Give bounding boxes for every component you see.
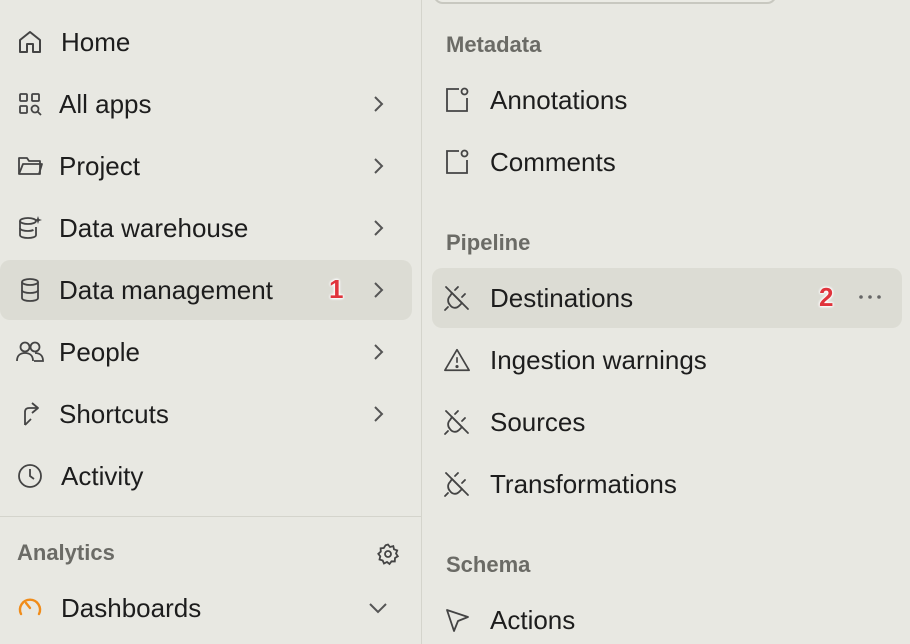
- chevron-right-icon: [366, 340, 390, 364]
- menu-item-label: Ingestion warnings: [490, 344, 707, 375]
- sidebar-item-home[interactable]: Home: [0, 12, 412, 72]
- annotation-icon: [443, 86, 471, 114]
- chevron-right-icon: [366, 402, 390, 426]
- menu-item-label: Comments: [490, 146, 616, 177]
- section-title-schema: Schema: [446, 552, 531, 577]
- menu-item-label: Transformations: [490, 468, 677, 499]
- app-root: Home All apps Project Data warehouse Dat…: [0, 0, 910, 644]
- sidebar-item-label: Activity: [61, 460, 144, 491]
- sidebar-item-label: Project: [59, 150, 140, 181]
- menu-item-comments[interactable]: Comments: [432, 132, 902, 192]
- sidebar-item-project[interactable]: Project: [0, 136, 412, 196]
- chevron-down-icon: [366, 596, 390, 620]
- sidebar-item-label: All apps: [59, 88, 152, 119]
- warning-icon: [443, 346, 471, 374]
- menu-item-ingestion-warnings[interactable]: Ingestion warnings: [432, 330, 902, 390]
- sidebar-item-label: Dashboards: [61, 592, 202, 623]
- sidebar-item-activity[interactable]: Activity: [0, 446, 412, 506]
- shortcut-arrow-icon: [14, 398, 46, 430]
- menu-item-label: Annotations: [490, 84, 628, 115]
- step-badge: 1: [329, 274, 344, 304]
- database-sparkle-icon: [14, 212, 46, 244]
- gauge-icon: [14, 592, 46, 624]
- folder-icon: [14, 150, 46, 182]
- analytics-section-title: Analytics: [17, 540, 115, 565]
- sidebar-item-data-management[interactable]: Data management 1: [0, 260, 412, 320]
- sidebar: Home All apps Project Data warehouse Dat…: [0, 0, 422, 644]
- sidebar-item-label: Data warehouse: [59, 212, 249, 243]
- submenu-panel: Metadata Annotations Comments Pipeline D…: [423, 0, 910, 644]
- menu-item-destinations[interactable]: Destinations 2: [432, 268, 902, 328]
- menu-item-annotations[interactable]: Annotations: [432, 70, 902, 130]
- search-box-edge: [433, 0, 777, 4]
- plug-off-icon: [443, 408, 471, 436]
- chevron-right-icon: [366, 216, 390, 240]
- sidebar-item-shortcuts[interactable]: Shortcuts: [0, 384, 412, 444]
- database-icon: [14, 274, 46, 306]
- chevron-right-icon: [366, 154, 390, 178]
- menu-item-label: Sources: [490, 406, 586, 437]
- sidebar-divider: [0, 516, 422, 517]
- menu-item-label: Destinations: [490, 282, 634, 313]
- sidebar-item-label: Data management: [59, 274, 273, 305]
- sidebar-item-people[interactable]: People: [0, 322, 412, 382]
- more-options-icon[interactable]: [856, 287, 884, 307]
- section-title-metadata: Metadata: [446, 32, 542, 57]
- comment-icon: [443, 148, 471, 176]
- step-badge: 2: [819, 282, 834, 312]
- menu-item-actions[interactable]: Actions: [432, 590, 902, 644]
- sidebar-item-label: People: [59, 336, 140, 367]
- chevron-right-icon: [366, 92, 390, 116]
- sidebar-item-label: Home: [61, 26, 131, 57]
- clock-icon: [14, 460, 46, 492]
- apps-grid-icon: [14, 88, 46, 120]
- menu-item-sources[interactable]: Sources: [432, 392, 902, 452]
- sidebar-item-data-warehouse[interactable]: Data warehouse: [0, 198, 412, 258]
- sidebar-item-dashboards[interactable]: Dashboards: [0, 578, 412, 638]
- cursor-icon: [443, 606, 471, 634]
- menu-item-label: Actions: [490, 604, 576, 635]
- home-icon: [14, 26, 46, 58]
- gear-icon[interactable]: [376, 542, 400, 566]
- plug-off-icon: [443, 284, 471, 312]
- menu-item-transformations[interactable]: Transformations: [432, 454, 902, 514]
- chevron-right-icon: [366, 278, 390, 302]
- plug-off-icon: [443, 470, 471, 498]
- section-title-pipeline: Pipeline: [446, 230, 531, 255]
- sidebar-item-all-apps[interactable]: All apps: [0, 74, 412, 134]
- sidebar-item-label: Shortcuts: [59, 398, 169, 429]
- people-icon: [14, 336, 46, 368]
